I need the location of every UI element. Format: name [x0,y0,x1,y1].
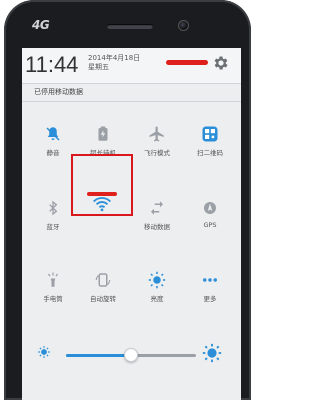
tile-label: 移动数据 [144,223,170,231]
tile-label: 飞行模式 [144,149,170,157]
mobile-data-notice: 已停用移动数据 [34,88,83,96]
phone-frame: 4G 11:44 2014年4月18日 星期五 已停用移动数据 静音 超长待机 … [4,0,251,400]
brightness-row [22,340,241,370]
tile-airplane[interactable]: 飞行模式 [132,122,182,162]
wifi-name-redaction [87,192,117,196]
quick-settings-panel: 11:44 2014年4月18日 星期五 已停用移动数据 静音 超长待机 飞行模… [22,48,241,400]
tile-label: 亮度 [150,295,164,303]
airplane-icon [149,126,164,142]
qr-scan-icon [202,126,218,142]
brightness-slider-thumb[interactable] [124,348,138,362]
brightness-slider-fill [66,354,131,357]
tile-gps[interactable]: GPS [185,196,235,236]
mobile-data-icon [151,201,163,215]
brightness-icon [148,271,166,289]
header-divider [22,83,241,84]
tile-label: 扫二维码 [197,149,223,157]
tile-qr-scan[interactable]: 扫二维码 [185,122,235,162]
tile-auto-rotate[interactable]: 自动旋转 [78,268,128,308]
tile-label: 蓝牙 [46,223,60,231]
tile-label: 手电筒 [43,295,63,303]
tile-mobile-data[interactable]: 移动数据 [132,196,182,236]
tile-flashlight[interactable]: 手电筒 [28,268,78,308]
clock: 11:44 [25,52,79,77]
flashlight-icon [48,272,58,287]
tile-brightness[interactable]: 亮度 [132,268,182,308]
date-block: 2014年4月18日 星期五 [88,54,140,72]
weekday-text: 星期五 [88,63,109,71]
tile-label: 更多 [203,295,217,303]
bluetooth-icon [49,200,58,216]
battery-saver-icon [98,126,108,141]
tile-label: 静音 [46,149,60,157]
front-camera [178,20,189,31]
wifi-highlight-box [71,154,133,216]
tile-more[interactable]: 更多 [185,268,235,308]
more-icon [203,278,217,282]
date-text: 2014年4月18日 [88,54,141,62]
mute-icon [46,127,60,141]
brightness-low-icon [38,346,50,358]
tile-label: GPS [203,221,217,229]
notice-divider [22,101,241,102]
carrier-logo: 4G [32,18,50,32]
gps-icon [204,202,216,214]
earpiece-speaker [107,24,153,29]
redaction-mark [166,60,208,65]
gear-icon[interactable] [212,54,230,72]
tile-label: 自动旋转 [90,295,116,303]
brightness-high-icon [202,343,222,363]
status-header: 11:44 2014年4月18日 星期五 [22,48,241,83]
auto-rotate-icon [95,273,111,287]
